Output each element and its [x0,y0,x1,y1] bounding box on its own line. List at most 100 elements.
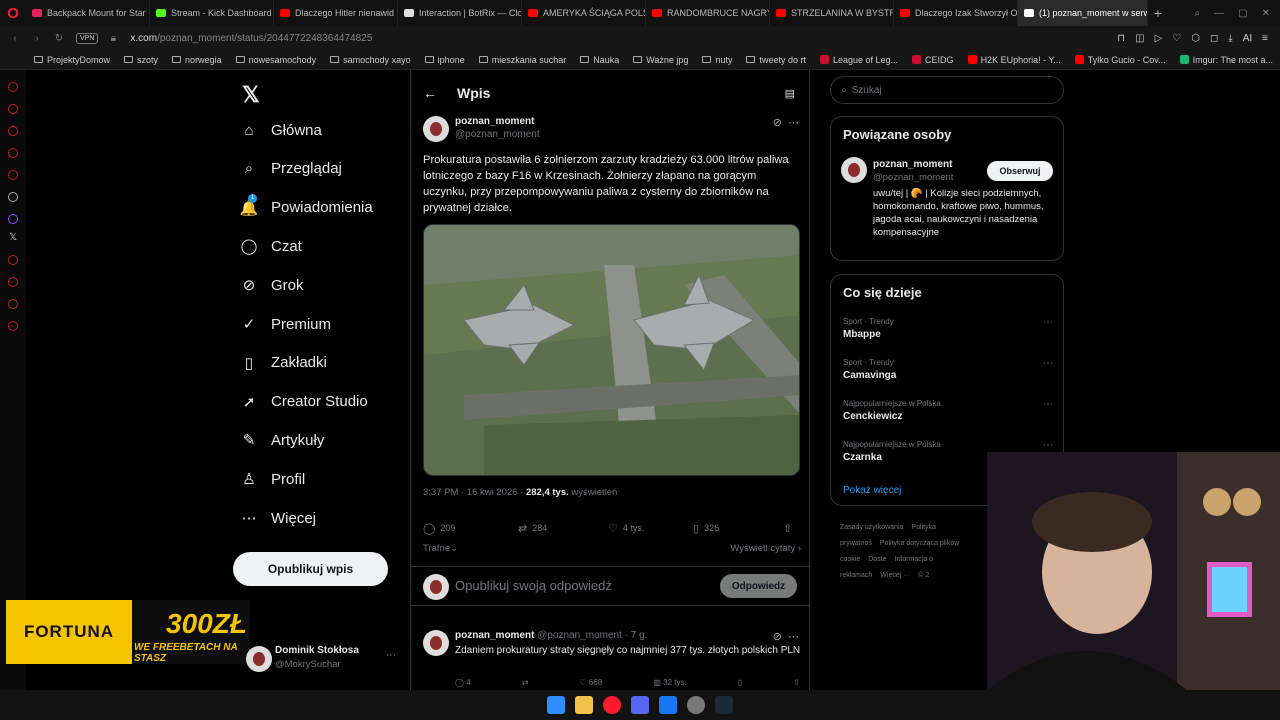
maximize-icon[interactable]: ▢ [1238,8,1247,19]
close-window-icon[interactable]: ✕ [1262,8,1270,19]
nav-item[interactable]: ✎ Artykuły [240,425,325,455]
forward-nav-icon[interactable]: › [30,33,44,44]
related-name[interactable]: poznan_moment [873,159,952,170]
footer-link[interactable]: Więcej ··· [880,572,910,579]
trend-more-icon[interactable]: ⋯ [1043,399,1053,410]
trend-more-icon[interactable]: ⋯ [1043,358,1053,369]
reply-stat[interactable]: ◯ 209 [423,520,518,536]
browser-tab[interactable]: Stream - Kick Dashboard [150,0,274,26]
minimize-icon[interactable]: — [1214,8,1224,19]
back-arrow-icon[interactable]: ← [423,85,437,101]
reader-mode-icon[interactable]: ▤ [785,87,795,100]
reply-share-icon[interactable]: ⇧ [793,678,800,687]
screenshot-icon[interactable]: ◫ [1135,33,1144,44]
follow-button[interactable]: Obserwuj [987,161,1053,181]
menu-icon[interactable]: ≡ [1262,33,1268,44]
bookmark-item[interactable]: Imgur: The most a... [1179,55,1273,65]
grok-icon[interactable]: ⊘ [773,631,782,643]
bookmark-item[interactable]: norwegia [172,55,222,65]
reply-input[interactable]: Opublikuj swoją odpowiedź [455,578,612,593]
bookmark-item[interactable]: CEIDG [912,55,954,65]
bookmark-item[interactable]: iphone [424,55,465,65]
history-icon[interactable] [8,277,18,287]
browser-tab[interactable]: STRZELANINA W BYSTR [770,0,894,26]
tweet-time[interactable]: 3:37 PM · 16 kwi 2026 · [423,487,523,498]
x-logo-icon[interactable]: 𝕏 [242,82,260,108]
reply-button[interactable]: Odpowiedz [720,574,797,598]
reply-author[interactable]: poznan_moment @poznan_moment · 7 g. [455,630,647,641]
search-tabs-icon[interactable]: ⌕ [1195,8,1201,19]
trend-more-icon[interactable]: ⋯ [1043,440,1053,451]
nav-item[interactable]: ⌕ Przeglądaj [240,154,342,184]
repost-stat[interactable]: ⇄ 284 [518,520,608,536]
tweet-more-icon[interactable]: ⋯ [788,117,799,129]
post-button[interactable]: Opublikuj wpis [233,552,388,586]
trend-item[interactable]: Sport · Trendy Mbappe ⋯ [843,317,1053,340]
browser-tab[interactable]: (1) poznan_moment w serw✕ [1018,0,1148,26]
obs-icon[interactable] [687,696,705,714]
like-stat[interactable]: ♡ 4 tys. [608,520,693,536]
browser-tab[interactable]: Dlaczego Hitler nienawid [274,0,398,26]
reply-repost-icon[interactable]: ⇄ [522,678,529,687]
share-button[interactable]: ⇧ [783,520,797,536]
bookmark-item[interactable]: Ważne jpg [633,55,688,65]
show-more-link[interactable]: Pokaż więcej [843,485,901,496]
related-handle[interactable]: @poznan_moment [873,172,953,183]
footer-link[interactable]: Zasady użytkowania [840,524,903,531]
bookmark-item[interactable]: tweety do rt [746,55,806,65]
footer-link[interactable]: Doste [868,556,886,563]
download-icon[interactable]: ⤓ [1228,33,1232,44]
browser-tab[interactable]: Dlaczego Izak Stworzył O [894,0,1018,26]
bookmark-item[interactable]: mieszkania suchar [478,55,566,65]
nav-item[interactable]: ◯ Czat [240,231,302,261]
sidebar-app-icon[interactable] [8,82,18,92]
related-avatar[interactable] [841,157,867,183]
new-tab-button[interactable]: + [1148,5,1168,21]
windows-start-icon[interactable] [547,696,565,714]
search-input[interactable]: ⌕ Szukaj [830,76,1064,104]
bookmark-item[interactable]: szoty [124,55,158,65]
reply-reply-stat[interactable]: ◯ 4 [455,678,471,687]
heart-icon[interactable]: ♡ [1172,33,1181,44]
sidebar-app-icon[interactable] [8,148,18,158]
browser-tab[interactable]: Interaction | BotRix — Clo [398,0,522,26]
url-field[interactable]: x.com/poznan_moment/status/2044772248364… [130,33,372,44]
nav-item[interactable]: ➚ Creator Studio [240,387,368,417]
account-avatar[interactable] [246,646,272,672]
bookmark-item[interactable]: H2K EUphoria! - Y... [967,55,1061,65]
sidebar-app-icon[interactable] [8,170,18,180]
nav-item[interactable]: ♙ Profil [240,464,305,494]
tweet-image[interactable] [423,224,800,476]
reply-author-avatar[interactable] [423,630,449,656]
browser-tab[interactable]: RANDOMBRUCE NAGRY [646,0,770,26]
x-sidebar-icon[interactable]: 𝕏 [0,232,26,243]
account-more-icon[interactable]: ⋯ [386,650,396,661]
reload-icon[interactable]: ↻ [52,33,66,44]
trend-item[interactable]: Sport · Trendy Camavinga ⋯ [843,358,1053,381]
nav-item[interactable]: 🔔 1 Powiadomienia [240,193,373,223]
wallet-icon[interactable]: ◻ [1210,33,1218,44]
bookmark-item[interactable]: nuty [702,55,732,65]
bookmark-item[interactable]: Tylko Gucio - Cov... [1074,55,1166,65]
vpn-badge[interactable]: VPN [76,32,99,44]
settings-icon[interactable] [8,321,18,331]
view-quotes-link[interactable]: Wyświetl cytaty › [730,543,801,554]
facebook-icon[interactable] [659,696,677,714]
trend-more-icon[interactable]: ⋯ [1043,317,1053,328]
sidebar-app-icon[interactable] [8,255,18,265]
opera-taskbar-icon[interactable] [603,696,621,714]
back-nav-icon[interactable]: ‹ [8,33,22,44]
tweet-author-avatar[interactable] [423,116,449,142]
twitch-icon[interactable] [8,214,18,224]
bookmark-item[interactable]: ProjektyDomow [34,55,110,65]
file-explorer-icon[interactable] [575,696,593,714]
sidebar-app-icon[interactable] [8,126,18,136]
ai-button[interactable]: AI [1243,33,1252,44]
bookmark-stat[interactable]: ▯ 326 [693,520,783,536]
discord-icon[interactable] [631,696,649,714]
nav-item[interactable]: ✓ Premium [240,309,331,339]
footer-link[interactable]: © 2 [918,572,929,579]
reply-like-stat[interactable]: ♡ 668 [580,678,603,687]
opera-logo-icon[interactable]: O [0,0,26,26]
bookmark-item[interactable]: nowesamochody [235,55,316,65]
